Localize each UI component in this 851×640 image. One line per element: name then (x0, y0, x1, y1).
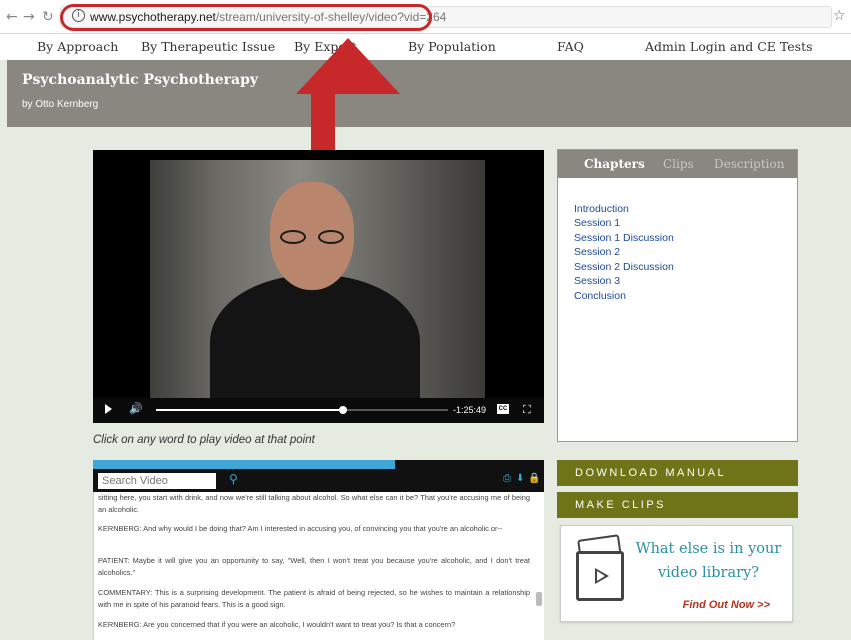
site-nav: By Approach By Therapeutic Issue By Expe… (0, 34, 851, 60)
chapter-introduction[interactable]: Introduction (574, 203, 629, 215)
search-video-input[interactable] (98, 473, 216, 489)
forward-arrow-icon[interactable]: → (23, 9, 35, 25)
page-title: Psychoanalytic Psychotherapy (22, 72, 259, 88)
video-player[interactable]: 🔊 -1:25:49 CC ⛶ (93, 150, 544, 423)
video-header-band: Psychoanalytic Psychotherapy by Otto Ker… (7, 60, 851, 127)
speaker-body (210, 275, 420, 415)
tab-clips[interactable]: Clips (663, 157, 694, 171)
transcript-scrollbar[interactable] (536, 592, 542, 606)
transcript-line[interactable]: KERNBERG: And why would I be doing that?… (98, 523, 530, 535)
download-manual-button[interactable]: DOWNLOAD MANUAL (557, 460, 798, 486)
tab-chapters[interactable]: Chapters (584, 157, 645, 171)
time-remaining: -1:25:49 (453, 405, 487, 415)
bookmark-star-icon[interactable]: ☆ (833, 8, 846, 24)
page-subtitle: by Otto Kernberg (22, 99, 99, 110)
print-icon[interactable]: ⎙ (503, 473, 511, 484)
nav-faq[interactable]: FAQ (557, 39, 584, 54)
video-library-play-icon (576, 551, 624, 601)
transcript-line[interactable]: sitting here, you start with drink, and … (98, 492, 530, 516)
url-highlight-ring (60, 4, 432, 31)
volume-icon[interactable]: 🔊 (129, 402, 143, 415)
reload-icon[interactable]: ↻ (42, 9, 54, 25)
chapter-session-3[interactable]: Session 3 (574, 275, 620, 287)
transcript-line[interactable]: PATIENT: Maybe it will give you an oppor… (98, 555, 530, 579)
tab-description[interactable]: Description (714, 157, 784, 171)
library-headline-line1: What else is in your (635, 541, 782, 557)
transcript-line[interactable]: KERNBERG: Are you concerned that if you … (98, 619, 530, 631)
transcript-line[interactable]: COMMENTARY: This is a surprising develop… (98, 587, 530, 611)
nav-by-approach[interactable]: By Approach (37, 39, 118, 54)
video-frame[interactable] (150, 160, 485, 415)
transcript-text[interactable]: sitting here, you start with drink, and … (93, 492, 544, 640)
video-library-card[interactable]: What else is in your video library? Find… (560, 525, 793, 622)
find-out-now-link[interactable]: Find Out Now >> (683, 599, 770, 611)
chapter-session-2-discussion[interactable]: Session 2 Discussion (574, 261, 674, 273)
back-arrow-icon[interactable]: ← (6, 9, 18, 25)
seek-handle[interactable] (338, 406, 347, 414)
panel-tabs: Chapters Clips Description (558, 150, 797, 178)
library-headline-line2: video library? (657, 565, 760, 581)
transcript-progress-fill (93, 460, 396, 469)
transcript-progress-bar (93, 460, 544, 469)
transcript-toolbar: ⚲ ⎙ ⬇ 🔒 (93, 469, 544, 492)
seek-bar-fill (156, 409, 343, 411)
chapter-session-1-discussion[interactable]: Session 1 Discussion (574, 232, 674, 244)
transcript-instruction: Click on any word to play video at that … (93, 434, 315, 446)
chapters-panel: Chapters Clips Description Introduction … (557, 149, 798, 442)
nav-by-population[interactable]: By Population (408, 39, 496, 54)
video-controls: 🔊 -1:25:49 CC ⛶ (93, 398, 544, 423)
nav-admin-login[interactable]: Admin Login and CE Tests (645, 39, 813, 54)
speaker-glasses (280, 230, 348, 244)
play-icon[interactable] (105, 404, 112, 414)
seek-bar[interactable] (156, 406, 448, 414)
annotation-arrow-head (296, 38, 400, 94)
download-icon[interactable]: ⬇ (516, 473, 524, 484)
chapter-conclusion[interactable]: Conclusion (574, 290, 626, 302)
fullscreen-icon[interactable]: ⛶ (523, 403, 531, 417)
lock-icon[interactable]: 🔒 (528, 473, 540, 484)
nav-by-therapeutic-issue[interactable]: By Therapeutic Issue (141, 39, 275, 54)
chapter-session-1[interactable]: Session 1 (574, 217, 620, 229)
make-clips-button[interactable]: MAKE CLIPS (557, 492, 798, 518)
search-icon[interactable]: ⚲ (229, 472, 238, 486)
chapter-session-2[interactable]: Session 2 (574, 246, 620, 258)
cc-icon[interactable]: CC (497, 404, 509, 414)
